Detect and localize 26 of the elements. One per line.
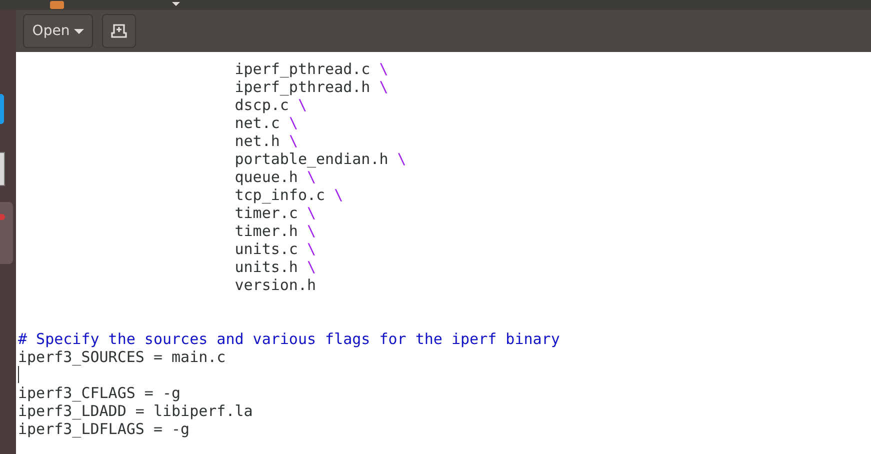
- code-line: iperf3_CFLAGS = -g: [18, 384, 181, 402]
- app-launcher-icon[interactable]: [0, 152, 5, 186]
- code-line: portable_endian.h \: [234, 150, 406, 168]
- new-document-icon: [111, 24, 127, 38]
- code-line: dscp.c \: [234, 96, 307, 114]
- code-line: units.c \: [234, 240, 316, 258]
- code-line: net.h \: [234, 132, 298, 150]
- code-line: units.h \: [234, 258, 316, 276]
- app-icon: [50, 1, 64, 9]
- new-tab-button[interactable]: [102, 14, 136, 48]
- code-line: iperf_pthread.h \: [234, 78, 388, 96]
- caret-icon: [172, 2, 180, 6]
- code-line: iperf3_SOURCES = main.c: [18, 348, 226, 366]
- app-launcher-icon[interactable]: [0, 94, 4, 124]
- code-line: timer.h \: [234, 222, 316, 240]
- code-line: tcp_info.c \: [234, 186, 344, 204]
- code-line: iperf3_LDADD = libiperf.la: [18, 402, 253, 420]
- code-line: iperf3_LDFLAGS = -g: [18, 420, 190, 438]
- code-comment: # Specify the sources and various flags for the iperf binary: [18, 330, 560, 348]
- code-line: iperf_pthread.c \: [234, 60, 388, 78]
- caret-icon: [74, 28, 84, 34]
- code-line: version.h: [234, 276, 316, 294]
- code-line: net.c \: [234, 114, 298, 132]
- code-line: queue.h \: [234, 168, 316, 186]
- open-button[interactable]: Open: [23, 14, 93, 48]
- code-line: timer.c \: [234, 204, 316, 222]
